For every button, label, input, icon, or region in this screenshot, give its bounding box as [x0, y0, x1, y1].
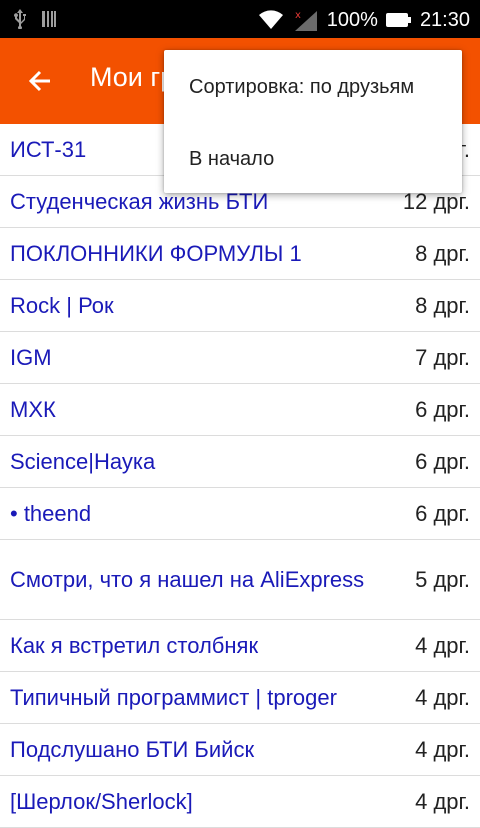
group-name: IGM [10, 344, 52, 370]
menu-item-scroll-top[interactable]: В начало [189, 148, 274, 171]
group-name: Смотри, что я нашел на AliExpress [10, 566, 365, 592]
back-arrow-icon [28, 70, 50, 92]
clock: 21:30 [419, 9, 470, 31]
svg-text:x: x [295, 10, 301, 21]
signal-icon: x [294, 10, 317, 31]
groups-list[interactable]: ИСТ-31 13 дрг. Студенческая жизнь БТИ 12… [0, 124, 480, 828]
wifi-icon [258, 10, 283, 29]
friends-count: 4 дрг. [415, 788, 470, 814]
list-item[interactable]: Подслушано БТИ Бийск 4 дрг. [0, 724, 480, 776]
friends-count: 7 дрг. [415, 344, 470, 370]
friends-count: 6 дрг. [415, 500, 470, 526]
barcode-icon [42, 11, 56, 27]
list-item[interactable]: [Шерлок/Sherlock] 4 дрг. [0, 776, 480, 828]
group-name: Science|Наука [10, 448, 156, 474]
group-name: Подслушано БТИ Бийск [10, 736, 255, 762]
group-name: ПОКЛОННИКИ ФОРМУЛЫ 1 [10, 240, 302, 266]
list-item[interactable]: Типичный программист | tproger 4 дрг. [0, 672, 480, 724]
friends-count: 4 дрг. [415, 632, 470, 658]
status-bar: x 100% 21:30 [0, 0, 480, 38]
group-name: [Шерлок/Sherlock] [10, 788, 193, 814]
notification-icons [12, 9, 56, 29]
friends-count: 4 дрг. [415, 736, 470, 762]
group-name: МХК [10, 396, 56, 422]
list-item[interactable]: Смотри, что я нашел на AliExpress 5 дрг. [0, 540, 480, 620]
overflow-menu: Сортировка: по друзьям В начало [164, 50, 462, 193]
usb-icon [14, 9, 26, 29]
battery-percent: 100% [326, 9, 378, 31]
group-name: Типичный программист | tproger [10, 684, 337, 710]
menu-item-sort[interactable]: Сортировка: по друзьям [189, 76, 414, 99]
list-item[interactable]: ПОКЛОННИКИ ФОРМУЛЫ 1 8 дрг. [0, 228, 480, 280]
friends-count: 5 дрг. [415, 566, 470, 592]
friends-count: 8 дрг. [415, 240, 470, 266]
list-item[interactable]: • theend 6 дрг. [0, 488, 480, 540]
list-item[interactable]: МХК 6 дрг. [0, 384, 480, 436]
friends-count: 4 дрг. [415, 684, 470, 710]
list-item[interactable]: IGM 7 дрг. [0, 332, 480, 384]
friends-count: 6 дрг. [415, 396, 470, 422]
system-status: x 100% 21:30 [257, 6, 470, 34]
group-name: Rock | Рок [10, 292, 114, 318]
list-item[interactable]: Rock | Рок 8 дрг. [0, 280, 480, 332]
list-item[interactable]: Как я встретил столбняк 4 дрг. [0, 620, 480, 672]
back-button[interactable] [20, 62, 60, 102]
group-name: Как я встретил столбняк [10, 632, 259, 658]
list-item[interactable]: Science|Наука 6 дрг. [0, 436, 480, 488]
friends-count: 6 дрг. [415, 448, 470, 474]
friends-count: 8 дрг. [415, 292, 470, 318]
group-name: • theend [10, 500, 92, 526]
battery-icon [385, 13, 411, 27]
